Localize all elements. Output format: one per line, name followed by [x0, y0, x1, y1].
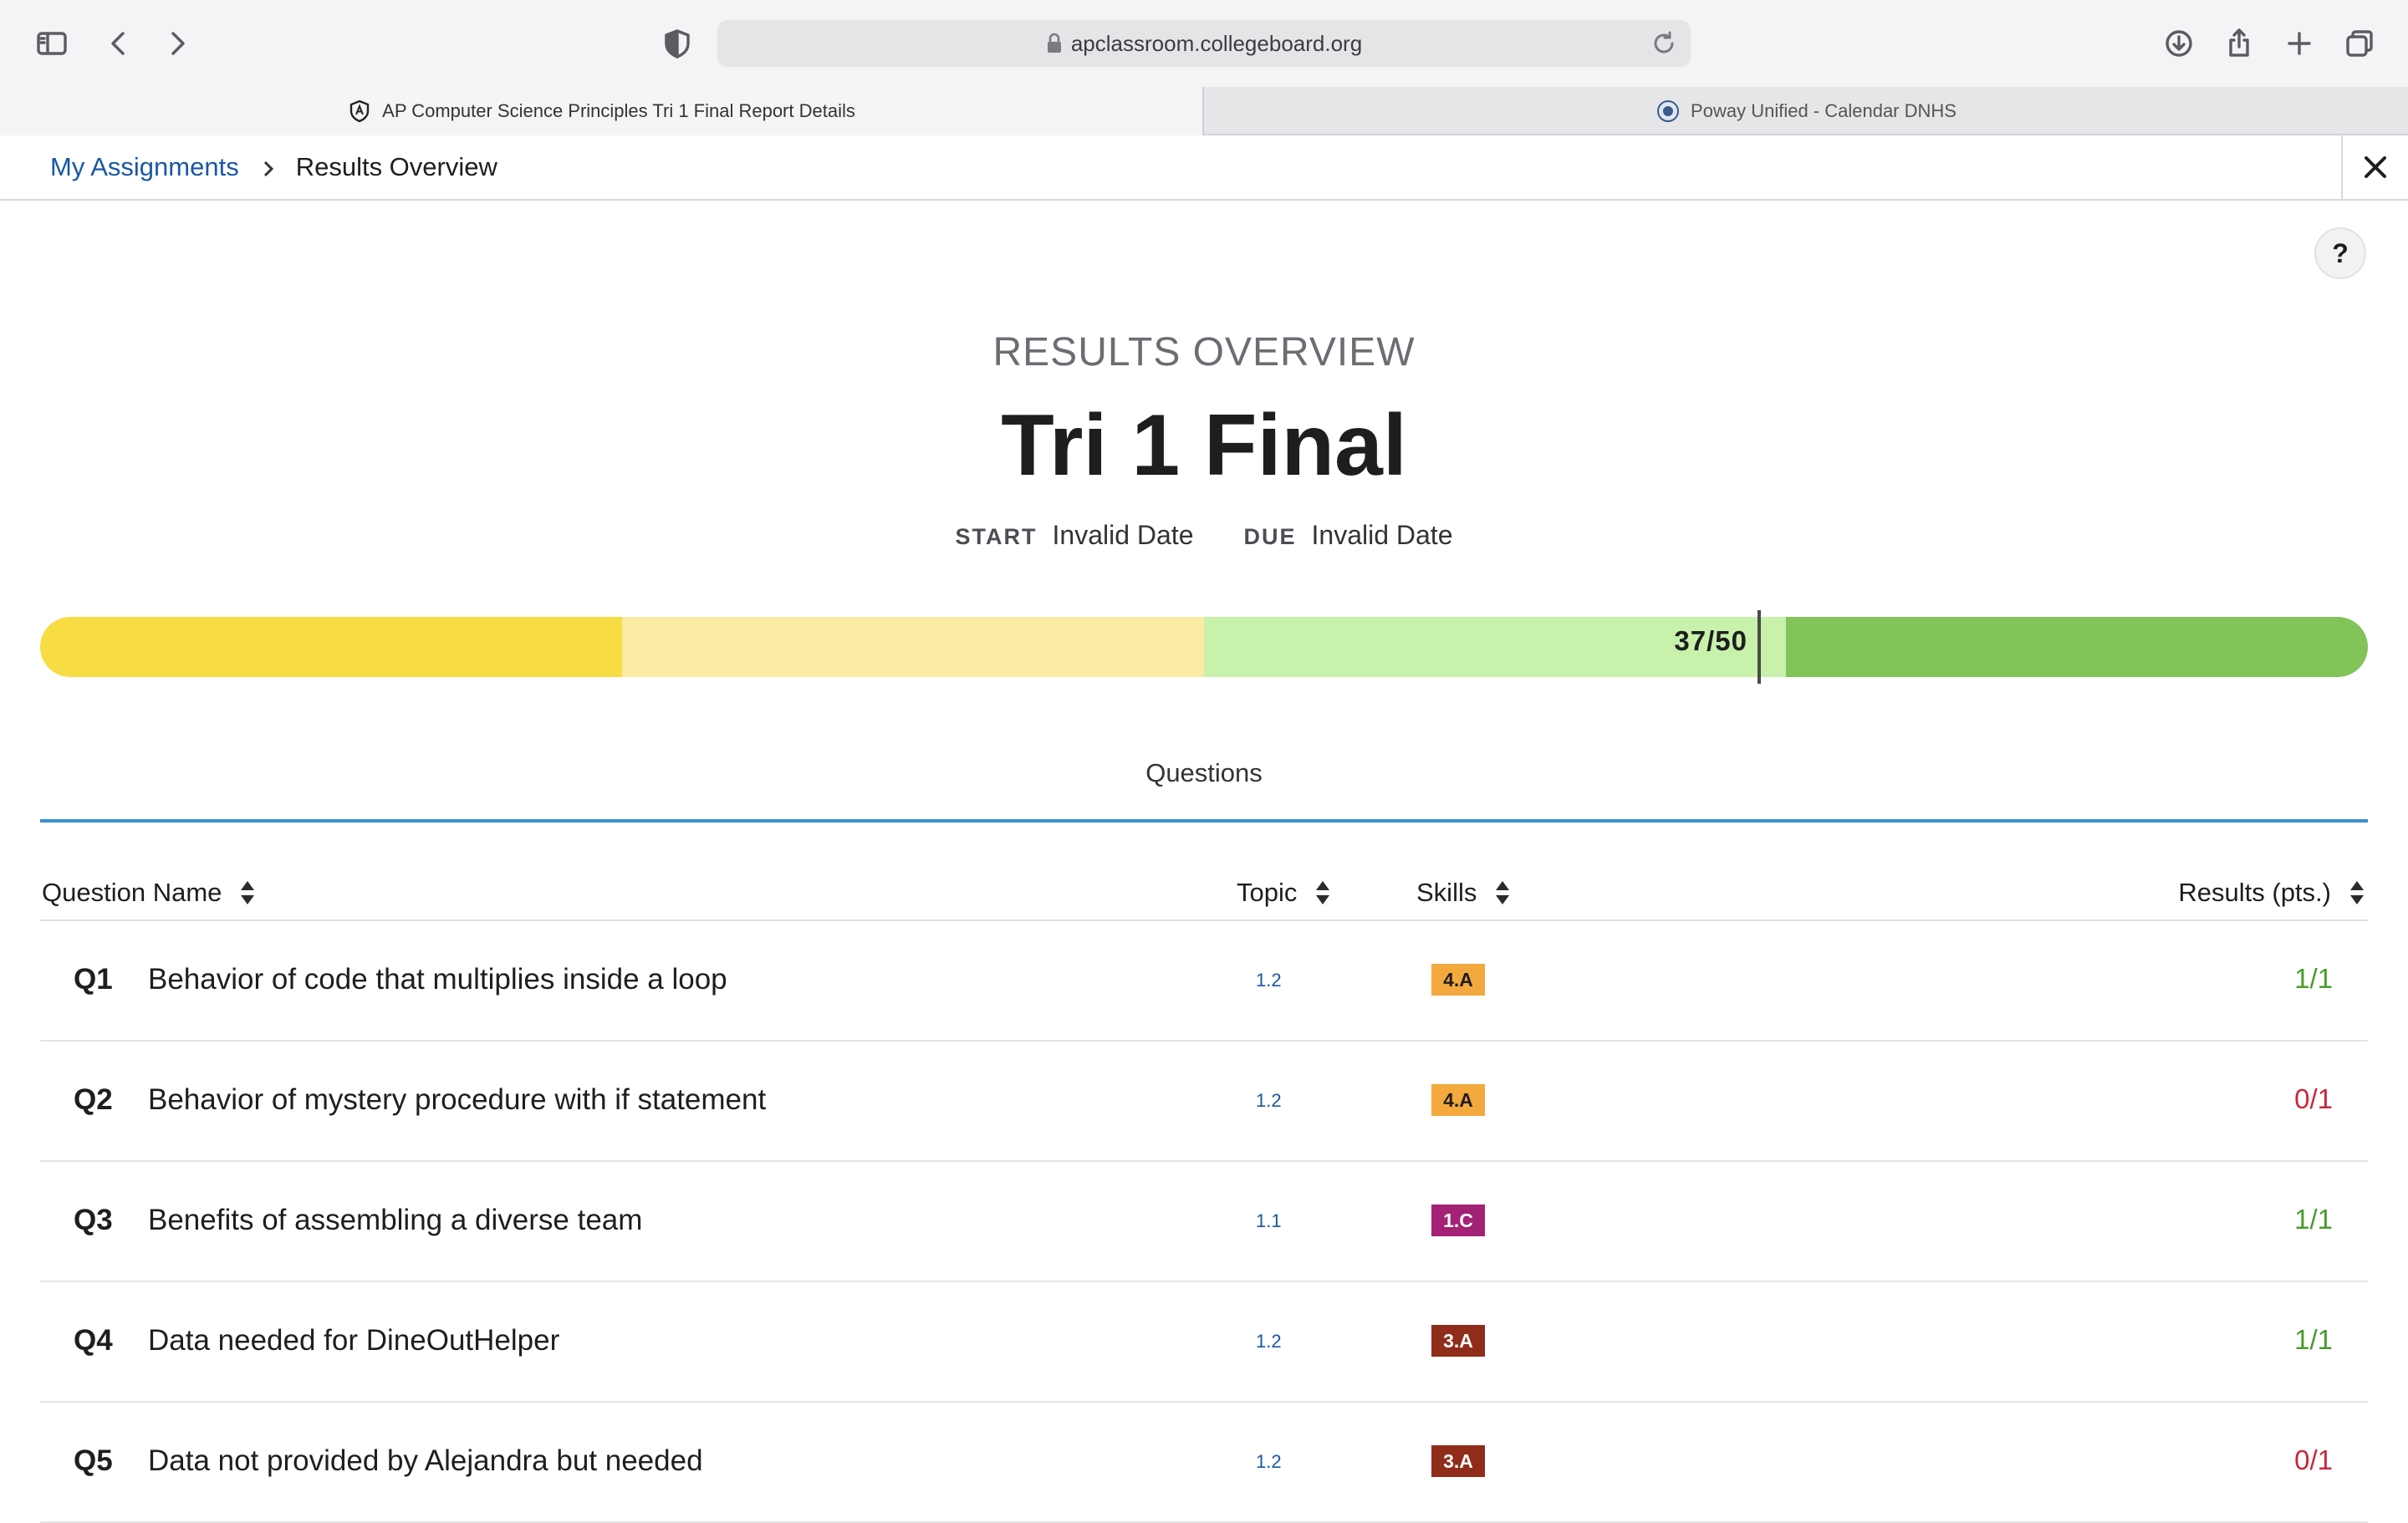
url-text: apclassroom.collegeboard.org	[717, 20, 1691, 67]
result-score: 1/1	[2294, 963, 2333, 994]
sort-icon[interactable]	[238, 879, 257, 906]
score-bar-band-4	[1786, 617, 2368, 677]
score-marker	[1758, 610, 1761, 684]
sort-icon[interactable]	[1493, 879, 1512, 906]
browser-tab-active-label: AP Computer Science Principles Tri 1 Fin…	[382, 100, 855, 121]
score-bar-band-1	[40, 617, 622, 677]
district-seal-favicon-icon	[1656, 99, 1681, 124]
score-bar	[40, 617, 2368, 677]
new-tab-icon[interactable]	[2276, 20, 2323, 67]
score-bar-band-2	[622, 617, 1204, 677]
skill-badge: 1.C	[1431, 1205, 1485, 1236]
result-score: 0/1	[2294, 1083, 2333, 1114]
table-header: Question Name Topic Skills Results (pts.…	[40, 869, 2368, 921]
breadcrumb-link-my-assignments[interactable]: My Assignments	[50, 152, 239, 182]
browser-tab-inactive-label: Poway Unified - Calendar DNHS	[1691, 100, 1956, 121]
due-date-key: DUE	[1243, 524, 1297, 549]
assignment-dates: START Invalid Date DUE Invalid Date	[0, 520, 2408, 551]
browser-tab-bar: AP Computer Science Principles Tri 1 Fin…	[0, 87, 2408, 135]
column-header-skills[interactable]: Skills	[1416, 878, 1512, 908]
skill-badge: 3.A	[1431, 1445, 1485, 1477]
column-header-topic[interactable]: Topic	[1237, 878, 1332, 908]
table-row[interactable]: Q2 Behavior of mystery procedure with if…	[40, 1042, 2368, 1162]
page-header: My Assignments Results Overview	[0, 135, 2408, 201]
breadcrumb-current: Results Overview	[295, 152, 497, 181]
table-row[interactable]: Q1 Behavior of code that multiplies insi…	[40, 921, 2368, 1042]
column-header-question-name[interactable]: Question Name	[42, 878, 257, 908]
column-header-results-label: Results (pts.)	[2178, 878, 2331, 907]
tab-overview-icon[interactable]	[2336, 20, 2383, 67]
score-text: 37/50	[1674, 625, 1747, 656]
back-icon[interactable]	[95, 20, 142, 67]
question-number: Q1	[74, 963, 113, 996]
url-label: apclassroom.collegeboard.org	[1070, 31, 1363, 56]
downloads-icon[interactable]	[2155, 20, 2202, 67]
forward-icon[interactable]	[154, 20, 201, 67]
due-date-value: Invalid Date	[1311, 520, 1453, 550]
column-header-results[interactable]: Results (pts.)	[2178, 878, 2366, 908]
tab-questions[interactable]: Questions	[40, 752, 2368, 823]
result-score: 0/1	[2294, 1444, 2333, 1475]
browser-toolbar: apclassroom.collegeboard.org	[0, 0, 2408, 87]
question-name[interactable]: Behavior of code that multiplies inside …	[148, 963, 727, 996]
questions-table: Q1 Behavior of code that multiplies insi…	[40, 921, 2368, 1523]
close-icon	[2365, 156, 2386, 178]
question-name[interactable]: Data needed for DineOutHelper	[148, 1324, 559, 1357]
topic-link[interactable]: 1.2	[1256, 1331, 1282, 1352]
table-row[interactable]: Q5 Data not provided by Alejandra but ne…	[40, 1403, 2368, 1523]
column-header-skills-label: Skills	[1416, 878, 1477, 907]
help-button[interactable]: ?	[2314, 227, 2366, 279]
breadcrumb: My Assignments Results Overview	[50, 135, 497, 199]
start-date-value: Invalid Date	[1052, 520, 1194, 550]
topic-link[interactable]: 1.2	[1256, 970, 1282, 991]
lock-icon	[1046, 23, 1063, 53]
sidebar-toggle-icon[interactable]	[28, 20, 75, 67]
table-row[interactable]: Q4 Data needed for DineOutHelper 1.2 3.A…	[40, 1282, 2368, 1403]
results-overview-label: RESULTS OVERVIEW	[992, 330, 1416, 374]
question-name[interactable]: Benefits of assembling a diverse team	[148, 1204, 642, 1237]
result-score: 1/1	[2294, 1324, 2333, 1355]
question-number: Q2	[74, 1083, 113, 1116]
question-number: Q5	[74, 1444, 113, 1477]
address-bar[interactable]: apclassroom.collegeboard.org	[717, 20, 1691, 67]
chevron-right-icon	[258, 156, 279, 178]
question-name[interactable]: Data not provided by Alejandra but neede…	[148, 1444, 703, 1478]
sort-icon[interactable]	[1314, 879, 1332, 906]
reload-icon[interactable]	[1649, 28, 1679, 59]
column-header-question-name-label: Question Name	[42, 878, 222, 907]
browser-tab-active[interactable]: AP Computer Science Principles Tri 1 Fin…	[0, 87, 1202, 135]
table-row[interactable]: Q3 Benefits of assembling a diverse team…	[40, 1162, 2368, 1282]
ap-shield-favicon-icon	[347, 99, 372, 124]
start-date-key: START	[955, 524, 1038, 549]
privacy-shield-icon[interactable]	[654, 20, 701, 67]
topic-link[interactable]: 1.2	[1256, 1451, 1282, 1473]
question-number: Q3	[74, 1204, 113, 1236]
share-icon[interactable]	[2216, 20, 2263, 67]
topic-link[interactable]: 1.1	[1256, 1210, 1282, 1232]
column-header-topic-label: Topic	[1237, 878, 1298, 907]
close-button[interactable]	[2341, 135, 2408, 199]
topic-link[interactable]: 1.2	[1256, 1090, 1282, 1112]
skill-badge: 3.A	[1431, 1325, 1485, 1357]
question-number: Q4	[74, 1324, 113, 1357]
question-name[interactable]: Behavior of mystery procedure with if st…	[148, 1083, 766, 1117]
skill-badge: 4.A	[1431, 1084, 1485, 1116]
skill-badge: 4.A	[1431, 964, 1485, 996]
result-score: 1/1	[2294, 1204, 2333, 1235]
browser-tab-inactive[interactable]: Poway Unified - Calendar DNHS	[1202, 87, 2408, 135]
page-title: Tri 1 Final	[1001, 397, 1407, 494]
sort-icon[interactable]	[2348, 879, 2366, 906]
